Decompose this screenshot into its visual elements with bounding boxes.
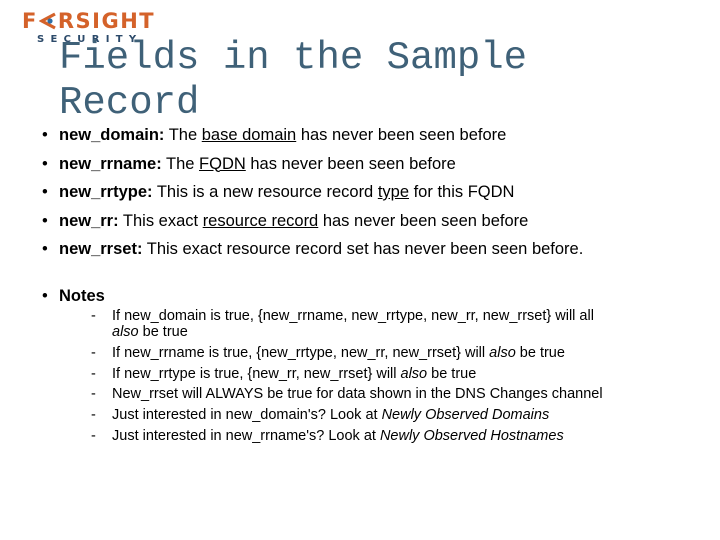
slide-title: Fields in the Sample Record <box>59 36 528 125</box>
field-desc-pre: This exact resource record set has never… <box>142 240 584 258</box>
field-item: • new_rrname: The FQDN has never been se… <box>42 154 583 174</box>
note-text: New_rrset will ALWAYS be true for data s… <box>112 386 603 403</box>
note-after: be true <box>427 365 477 382</box>
dash-icon: - <box>91 308 96 324</box>
field-desc-post: has never been seen before <box>318 211 529 230</box>
note-item: - If new_domain is true, {new_rrname, ne… <box>59 308 712 340</box>
bullet-icon: • <box>42 126 48 144</box>
note-item: - If new_rrtype is true, {new_rr, new_rr… <box>59 366 712 382</box>
dash-icon: - <box>91 427 96 444</box>
notes-label: Notes <box>59 287 105 305</box>
note-text: Just interested in new_domain's? Look at <box>112 407 382 424</box>
note-italic: also <box>489 345 516 361</box>
notes-list: • Notes - If new_domain is true, {new_rr… <box>42 286 712 449</box>
note-italic: Newly Observed Hostnames <box>379 427 564 444</box>
field-item: • new_rrtype: This is a new resource rec… <box>42 182 583 202</box>
field-item: • new_domain: The base domain has never … <box>42 125 583 145</box>
notes-item: • Notes - If new_domain is true, {new_rr… <box>42 286 712 444</box>
field-item: • new_rr: This exact resource record has… <box>42 211 583 231</box>
field-name: new_rrtype: <box>59 183 153 201</box>
note-item: - If new_rrname is true, {new_rrtype, ne… <box>59 345 712 361</box>
bullet-icon: • <box>42 240 48 258</box>
logo-wordmark: F RSIGHT <box>22 9 155 33</box>
field-name: new_rrset: <box>59 240 143 258</box>
note-after: be true <box>515 345 565 361</box>
dash-icon: - <box>91 386 96 403</box>
note-italic: also <box>112 324 139 340</box>
field-item: • new_rrset: This exact resource record … <box>42 239 583 259</box>
field-desc-underlined: FQDN <box>199 154 246 173</box>
bullet-icon: • <box>42 154 48 173</box>
dash-icon: - <box>91 345 96 361</box>
eye-chevron-icon <box>38 11 57 31</box>
field-name: new_domain: <box>59 126 165 144</box>
logo-brand-prefix: F <box>22 9 38 33</box>
note-item: - New_rrset will ALWAYS be true for data… <box>59 386 712 402</box>
field-name: new_rr: <box>59 211 119 230</box>
field-desc-underlined: type <box>377 183 410 201</box>
dash-icon: - <box>91 407 96 424</box>
bullet-icon: • <box>42 287 48 305</box>
note-text: Just interested in new_rrname's? Look at <box>112 427 380 444</box>
logo-brand-suffix: RSIGHT <box>57 9 156 33</box>
field-desc-pre: This is a new resource record <box>152 183 378 201</box>
field-name: new_rrname: <box>59 154 162 173</box>
bullet-icon: • <box>42 211 48 230</box>
field-desc-underlined: resource record <box>202 211 319 230</box>
field-desc-post: has never been seen before <box>245 154 456 173</box>
field-desc-post: for this FQDN <box>409 183 515 201</box>
note-item: - Just interested in new_domain's? Look … <box>59 407 712 423</box>
note-italic: Newly Observed Domains <box>381 407 550 424</box>
field-desc-underlined: base domain <box>201 126 297 144</box>
field-desc-pre: The <box>164 126 202 144</box>
field-desc-pre: This exact <box>118 211 203 230</box>
dash-icon: - <box>91 365 96 382</box>
notes-sublist: - If new_domain is true, {new_rrname, ne… <box>59 308 712 444</box>
note-text: If new_rrname is true, {new_rrtype, new_… <box>112 345 490 361</box>
note-text: If new_domain is true, {new_rrname, new_… <box>112 308 594 324</box>
note-italic: also <box>400 365 428 382</box>
bullet-icon: • <box>42 183 48 201</box>
field-desc-post: has never been seen before <box>296 126 507 144</box>
fields-list: • new_domain: The base domain has never … <box>42 125 583 268</box>
note-text: If new_rrtype is true, {new_rr, new_rrse… <box>112 365 401 382</box>
note-item: - Just interested in new_rrname's? Look … <box>59 428 712 444</box>
field-desc-pre: The <box>161 154 200 173</box>
note-after: be true <box>138 324 188 340</box>
